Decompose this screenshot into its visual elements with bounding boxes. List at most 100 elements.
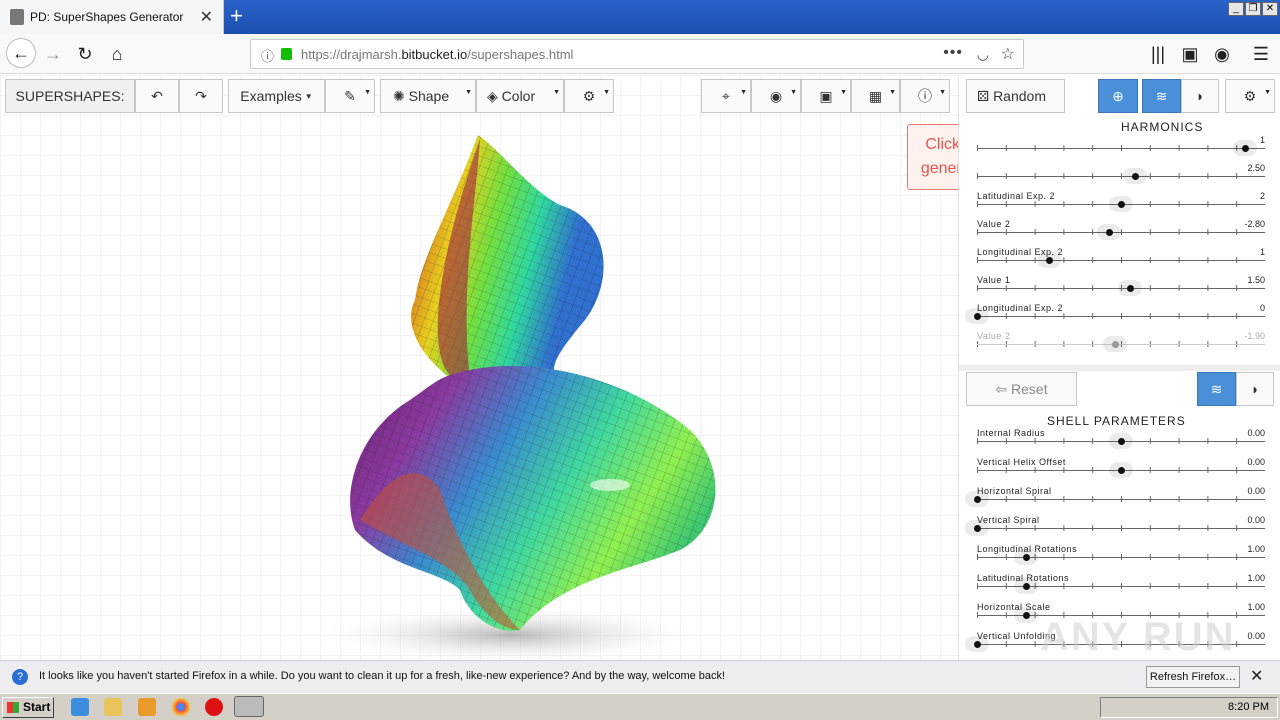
slider-row: Value 1 1.50 bbox=[959, 274, 1280, 302]
slider-knob[interactable] bbox=[974, 496, 981, 503]
slider-knob[interactable] bbox=[1022, 612, 1030, 619]
media-icon[interactable] bbox=[138, 698, 156, 716]
library-icon[interactable]: ||| bbox=[1147, 43, 1169, 65]
slider-track[interactable] bbox=[977, 176, 1265, 177]
slider-row: Longitudinal Exp. 2 0 bbox=[959, 302, 1280, 330]
slider-knob[interactable] bbox=[1118, 201, 1125, 208]
slider-track[interactable] bbox=[977, 316, 1265, 317]
info-icon[interactable]: ⓘ bbox=[261, 46, 274, 65]
new-tab-icon[interactable]: + bbox=[230, 3, 243, 29]
pocket-icon[interactable]: ◡ bbox=[977, 46, 989, 63]
slider-row: Latitudinal Rotations 1.00 bbox=[959, 572, 1280, 600]
slider-label: Value 1 bbox=[977, 275, 1011, 285]
navigation-bar: ← → ↻ ⌂ ⓘ https://drajmarsh.bitbucket.io… bbox=[0, 34, 1280, 74]
undo-button[interactable]: ↶ bbox=[135, 79, 179, 113]
edit-tool-button[interactable]: ✎ ▼ bbox=[325, 79, 375, 113]
target-view-button[interactable]: ⌖ ▼ bbox=[701, 79, 751, 113]
slider-track[interactable] bbox=[977, 499, 1265, 500]
slider-track[interactable] bbox=[977, 232, 1265, 233]
opera-icon[interactable] bbox=[205, 698, 223, 716]
folder-icon[interactable] bbox=[104, 698, 122, 716]
url-text: https://drajmarsh.bitbucket.io/supershap… bbox=[301, 47, 574, 62]
slider-value: 0.00 bbox=[1247, 457, 1265, 467]
shell-slow-icon[interactable]: ◗ bbox=[1236, 372, 1274, 406]
refresh-firefox-button[interactable]: Refresh Firefox… bbox=[1146, 666, 1240, 688]
slider-knob[interactable] bbox=[1241, 145, 1249, 152]
ie-icon[interactable] bbox=[71, 698, 89, 716]
slider-track[interactable] bbox=[977, 260, 1265, 261]
page-actions-icon[interactable]: ••• bbox=[943, 44, 963, 62]
slider-value: 0.00 bbox=[1247, 631, 1265, 641]
minimize-icon[interactable]: _ bbox=[1228, 2, 1244, 16]
firefox-taskbar-button[interactable] bbox=[234, 696, 264, 717]
close-notification-icon[interactable]: ✕ bbox=[1250, 666, 1263, 686]
slider-value: 2.50 bbox=[1247, 163, 1265, 173]
notification-message: It looks like you haven't started Firefo… bbox=[39, 670, 726, 682]
bookmark-star-icon[interactable]: ☆ bbox=[1001, 44, 1015, 64]
url-bar[interactable]: ⓘ https://drajmarsh.bitbucket.io/supersh… bbox=[250, 39, 1024, 69]
browser-tab[interactable]: PD: SuperShapes Generator ✕ bbox=[0, 0, 224, 34]
slider-knob[interactable] bbox=[1022, 583, 1030, 590]
slider-knob[interactable] bbox=[1046, 257, 1053, 264]
shape-dropdown[interactable]: ✺ Shape ▼ bbox=[380, 79, 476, 113]
color-dropdown[interactable]: ◈ Color ▼ bbox=[476, 79, 564, 113]
forward-icon[interactable]: → bbox=[42, 43, 64, 65]
slow-mode-icon[interactable]: ◗ bbox=[1181, 79, 1219, 113]
parameters-sidebar: ⚄ Random ⊕ ≋ ◗ ⚙ ▼ HARMONICS 1 2.50 Latitud… bbox=[958, 75, 1280, 660]
slider-knob[interactable] bbox=[974, 641, 981, 648]
slider-knob[interactable] bbox=[1118, 438, 1125, 445]
sidebar-settings-button[interactable]: ⚙ ▼ bbox=[1225, 79, 1275, 113]
slider-value: 1.50 bbox=[1247, 275, 1265, 285]
slider-value: 1.00 bbox=[1247, 573, 1265, 583]
window-close-icon[interactable]: ✕ bbox=[1262, 2, 1278, 16]
random-button[interactable]: ⚄ Random bbox=[966, 79, 1065, 113]
supershape-render[interactable] bbox=[330, 130, 750, 660]
sidebar-icon[interactable]: ▣ bbox=[1179, 43, 1201, 65]
app-canvas[interactable]: SUPERSHAPES: ↶ ↷ Examples ▼ ✎ ▼ ✺ Shape ▼ ◈… bbox=[0, 75, 1280, 660]
slider-row: Vertical Spiral 0.00 bbox=[959, 514, 1280, 542]
eye-view-button[interactable]: ◉ ▼ bbox=[751, 79, 801, 113]
slider-value: 1.00 bbox=[1247, 544, 1265, 554]
slider-knob[interactable] bbox=[974, 525, 981, 532]
slider-knob[interactable] bbox=[974, 313, 981, 320]
shell-parameters-title: SHELL PARAMETERS bbox=[1047, 414, 1186, 428]
slider-row: Value 2 -1.90 bbox=[959, 330, 1280, 358]
home-icon[interactable]: ⌂ bbox=[106, 43, 128, 65]
slider-knob[interactable] bbox=[1126, 285, 1134, 292]
grid-cube-button[interactable]: ▦ ▼ bbox=[851, 79, 900, 113]
fast-mode-button[interactable]: ≋ bbox=[1142, 79, 1181, 113]
slider-row: Longitudinal Exp. 21 bbox=[959, 246, 1280, 274]
slider-knob[interactable] bbox=[1118, 467, 1125, 474]
back-icon[interactable]: ← bbox=[6, 38, 36, 68]
info-button[interactable]: ⓘ ▼ bbox=[900, 79, 950, 113]
slider-value: 0.00 bbox=[1247, 428, 1265, 438]
redo-button[interactable]: ↷ bbox=[179, 79, 223, 113]
slider-value: 0.00 bbox=[1247, 486, 1265, 496]
reset-icon: ⇦ bbox=[995, 381, 1008, 397]
reload-icon[interactable]: ↻ bbox=[74, 43, 96, 65]
slider-label: Vertical Helix Offset bbox=[977, 457, 1066, 467]
section-divider bbox=[959, 365, 1280, 371]
examples-dropdown[interactable]: Examples ▼ bbox=[228, 79, 325, 113]
start-button[interactable]: Start bbox=[2, 697, 54, 718]
account-icon[interactable]: ◉ bbox=[1211, 43, 1233, 65]
slider-track[interactable] bbox=[977, 528, 1265, 529]
close-tab-icon[interactable]: ✕ bbox=[200, 7, 213, 27]
slider-track[interactable] bbox=[977, 148, 1265, 149]
slider-row: 2.50 bbox=[959, 162, 1280, 190]
shell-fast-button[interactable]: ≋ bbox=[1197, 372, 1236, 406]
orbit-mode-button[interactable]: ⊕ bbox=[1098, 79, 1138, 113]
slider-row: Horizontal Spiral 0.00 bbox=[959, 485, 1280, 513]
settings-gear-button[interactable]: ⚙ ▼ bbox=[564, 79, 614, 113]
tab-bar: PD: SuperShapes Generator ✕ + _ ❐ ✕ bbox=[0, 0, 1280, 34]
slider-knob[interactable] bbox=[1022, 554, 1030, 561]
slider-label: Latitudinal Exp. 2 bbox=[977, 191, 1056, 201]
restore-icon[interactable]: ❐ bbox=[1245, 2, 1261, 16]
chrome-icon[interactable] bbox=[172, 698, 190, 716]
reset-button[interactable]: ⇦ Reset bbox=[966, 372, 1077, 406]
menu-icon[interactable]: ☰ bbox=[1250, 43, 1272, 65]
slider-row: 1 bbox=[959, 134, 1280, 162]
lock-icon bbox=[281, 48, 292, 60]
slider-row: Internal Radius 0.00 bbox=[959, 427, 1280, 455]
display-button[interactable]: ▣ ▼ bbox=[801, 79, 851, 113]
